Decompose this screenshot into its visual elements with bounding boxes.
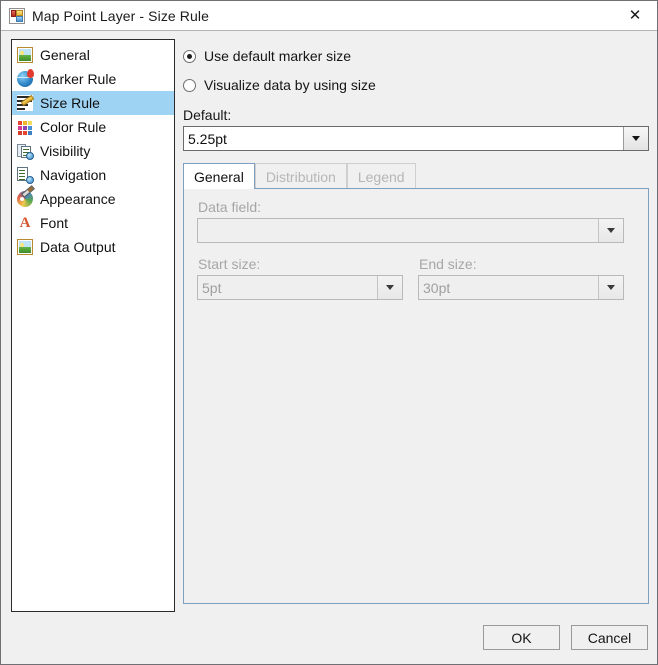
cancel-button[interactable]: Cancel bbox=[571, 625, 648, 650]
sidebar-item-label: Size Rule bbox=[40, 95, 100, 111]
sidebar-item-appearance[interactable]: Appearance bbox=[12, 187, 174, 211]
chevron-down-icon bbox=[377, 276, 402, 299]
default-label: Default: bbox=[183, 107, 232, 123]
sidebar-item-visibility[interactable]: Visibility bbox=[12, 139, 174, 163]
sidebar-item-color-rule[interactable]: Color Rule bbox=[12, 115, 174, 139]
sidebar-item-label: Marker Rule bbox=[40, 71, 117, 87]
sidebar-item-label: Font bbox=[40, 215, 69, 231]
picture-icon bbox=[17, 239, 33, 255]
radio-indicator bbox=[183, 78, 196, 92]
sidebar-item-marker-rule[interactable]: Marker Rule bbox=[12, 67, 174, 91]
chevron-down-icon bbox=[598, 276, 623, 299]
button-bar: OK Cancel bbox=[483, 625, 648, 650]
color-grid-icon bbox=[17, 119, 33, 135]
size-rule-icon bbox=[17, 94, 35, 111]
close-icon[interactable]: ✕ bbox=[613, 1, 657, 30]
radio-indicator bbox=[183, 49, 196, 63]
end-size-value: 30pt bbox=[423, 279, 451, 296]
sidebar-item-general[interactable]: General bbox=[12, 43, 174, 67]
default-size-value: 5.25pt bbox=[188, 130, 227, 147]
sidebar-item-label: Navigation bbox=[40, 167, 107, 183]
globe-pin-icon bbox=[17, 69, 34, 87]
palette-icon bbox=[17, 191, 33, 207]
window-title: Map Point Layer - Size Rule bbox=[32, 7, 210, 24]
title-bar: Map Point Layer - Size Rule ✕ bbox=[1, 1, 657, 31]
start-size-label: Start size: bbox=[198, 256, 261, 272]
default-size-combobox[interactable]: 5.25pt bbox=[183, 126, 649, 151]
dialog-window: Map Point Layer - Size Rule ✕ General Ma… bbox=[0, 0, 658, 665]
picture-icon bbox=[17, 47, 33, 63]
sidebar-item-label: Appearance bbox=[40, 191, 116, 207]
settings-panel: Use default marker size Visualize data b… bbox=[183, 39, 649, 604]
navigation-icon bbox=[17, 167, 34, 184]
sidebar-item-label: Data Output bbox=[40, 239, 116, 255]
sidebar-item-data-output[interactable]: Data Output bbox=[12, 235, 174, 259]
radio-visualize-data-by-using-size[interactable]: Visualize data by using size bbox=[183, 74, 649, 96]
sidebar-item-label: Visibility bbox=[40, 143, 91, 159]
sidebar-item-label: Color Rule bbox=[40, 119, 107, 135]
radio-label: Visualize data by using size bbox=[204, 77, 376, 93]
form-designer-icon bbox=[9, 7, 25, 24]
end-size-combobox: 30pt bbox=[418, 275, 624, 300]
sidebar-item-size-rule[interactable]: Size Rule bbox=[12, 91, 174, 115]
tab-legend: Legend bbox=[346, 163, 416, 189]
end-size-label: End size: bbox=[419, 256, 477, 272]
tab-strip[interactable]: General Distribution Legend bbox=[183, 163, 649, 189]
sidebar-item-label: General bbox=[40, 47, 90, 63]
tab-general[interactable]: General bbox=[183, 163, 255, 189]
sidebar-item-navigation[interactable]: Navigation bbox=[12, 163, 174, 187]
font-icon: A bbox=[19, 215, 31, 231]
general-tab-panel: Data field: Start size: 5pt End size: 30… bbox=[183, 188, 649, 604]
data-field-combobox bbox=[197, 218, 624, 243]
ok-button[interactable]: OK bbox=[483, 625, 560, 650]
visibility-icon bbox=[17, 143, 34, 160]
tab-distribution: Distribution bbox=[254, 163, 347, 189]
start-size-value: 5pt bbox=[202, 279, 222, 296]
radio-label: Use default marker size bbox=[204, 48, 352, 64]
data-field-label: Data field: bbox=[198, 199, 262, 215]
radio-use-default-marker-size[interactable]: Use default marker size bbox=[183, 45, 649, 67]
category-list[interactable]: General Marker Rule Size Rule Color Rule… bbox=[11, 39, 175, 612]
start-size-combobox: 5pt bbox=[197, 275, 403, 300]
chevron-down-icon[interactable] bbox=[623, 127, 648, 150]
chevron-down-icon bbox=[598, 219, 623, 242]
sidebar-item-font[interactable]: A Font bbox=[12, 211, 174, 235]
